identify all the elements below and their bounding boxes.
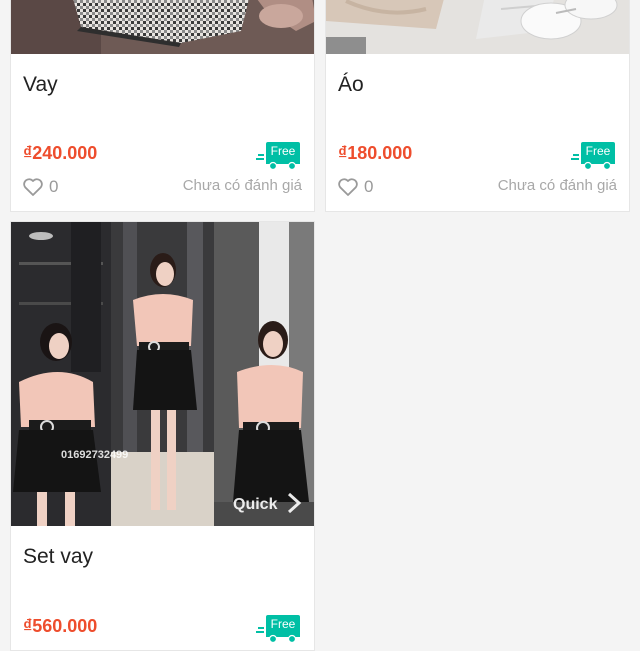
like-count: 0 <box>364 177 374 196</box>
like-button[interactable]: 0 <box>338 177 373 197</box>
svg-text:Free: Free <box>271 617 296 631</box>
free-shipping-truck-icon: Free <box>256 142 300 171</box>
svg-text:Free: Free <box>586 144 611 158</box>
product-title[interactable]: Vay <box>23 73 58 97</box>
photo-watermark-brand: Quick <box>233 496 278 513</box>
rating-status: Chưa có đánh giá <box>182 177 302 194</box>
product-image-set-vay[interactable]: 01692732499 Quick <box>11 222 314 526</box>
product-image-vay[interactable] <box>11 0 314 54</box>
rating-status: Chưa có đánh giá <box>497 177 617 194</box>
free-shipping-truck-icon: Free <box>571 142 615 171</box>
heart-outline-icon <box>23 178 43 196</box>
product-image-ao[interactable] <box>326 0 629 54</box>
product-title[interactable]: Áo <box>338 73 364 97</box>
like-button[interactable]: 0 <box>23 177 58 197</box>
product-card-set-vay[interactable]: 01692732499 Quick Set vay ₫560.000 Free <box>10 221 315 651</box>
product-price: ₫180.000 <box>338 143 413 163</box>
product-card-ao[interactable]: Áo ₫180.000 Free 0 Chưa có đánh giá <box>325 0 630 212</box>
product-title[interactable]: Set vay <box>23 545 93 569</box>
heart-outline-icon <box>338 178 358 196</box>
product-price: ₫240.000 <box>23 143 98 163</box>
photo-watermark-phone: 01692732499 <box>61 449 128 461</box>
product-price: ₫560.000 <box>23 616 98 636</box>
like-count: 0 <box>49 177 59 196</box>
product-card-vay[interactable]: Vay ₫240.000 Free 0 Chưa có đánh giá <box>10 0 315 212</box>
svg-text:Free: Free <box>271 144 296 158</box>
